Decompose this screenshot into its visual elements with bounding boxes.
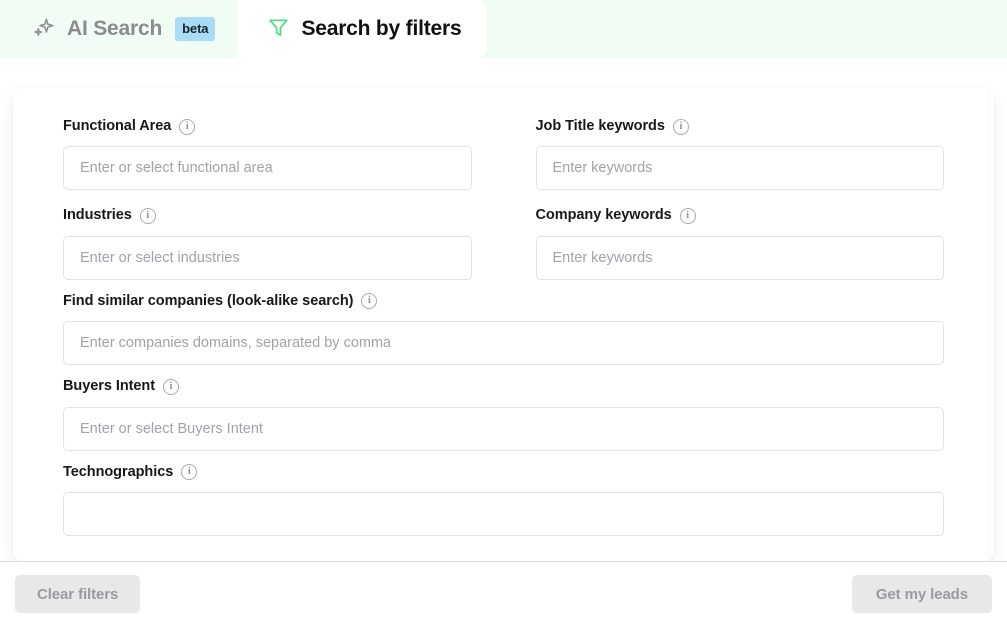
job-title-keywords-input[interactable] — [535, 146, 944, 191]
funnel-icon — [267, 16, 290, 42]
filters-card: Functional Area i Job Title keywords i — [13, 88, 994, 561]
card-container: Functional Area i Job Title keywords i — [0, 58, 1007, 561]
field-buyers-intent-label: Buyers Intent — [63, 378, 156, 395]
field-find-similar-companies: Find similar companies (look-alike searc… — [63, 293, 944, 366]
info-icon[interactable]: i — [139, 208, 156, 225]
field-job-title-keywords: Job Title keywords i — [535, 118, 945, 191]
tab-search-by-filters[interactable]: Search by filters — [237, 0, 488, 58]
info-icon[interactable]: i — [179, 118, 196, 135]
footer-bar: Clear filters Get my leads — [0, 562, 1007, 626]
field-buyers-intent-head: Buyers Intent i — [63, 378, 944, 395]
card-scrollbar[interactable] — [987, 88, 994, 561]
field-industries-label: Industries — [63, 207, 132, 224]
industries-input[interactable] — [63, 235, 472, 280]
functional-area-input[interactable] — [63, 146, 472, 191]
field-job-title-keywords-label: Job Title keywords — [535, 118, 665, 134]
tab-bar: AI Search beta Search by filters — [0, 0, 1007, 58]
field-company-keywords: Company keywords i — [535, 207, 945, 280]
tab-search-by-filters-label: Search by filters — [301, 17, 462, 40]
clear-filters-button[interactable]: Clear filters — [15, 575, 141, 613]
field-functional-area: Functional Area i — [63, 118, 472, 191]
field-technographics: Technographics i — [63, 464, 944, 536]
filters-grid: Functional Area i Job Title keywords i — [63, 118, 944, 541]
field-industries-head: Industries i — [63, 207, 472, 225]
field-technographics-head: Technographics i — [63, 464, 944, 481]
field-find-similar-companies-label: Find similar companies (look-alike searc… — [63, 292, 354, 309]
search-filters-page: AI Search beta Search by filters Functio… — [0, 0, 1007, 626]
field-job-title-keywords-head: Job Title keywords i — [536, 118, 945, 135]
get-my-leads-button[interactable]: Get my leads — [851, 575, 992, 613]
field-company-keywords-head: Company keywords i — [535, 207, 945, 225]
info-icon[interactable]: i — [181, 464, 198, 481]
info-icon[interactable]: i — [679, 208, 696, 225]
info-icon[interactable]: i — [163, 378, 180, 395]
company-keywords-input[interactable] — [535, 235, 944, 280]
sparkle-icon — [30, 15, 56, 44]
field-industries: Industries i — [63, 207, 472, 280]
field-find-similar-companies-head: Find similar companies (look-alike searc… — [63, 293, 944, 310]
beta-badge: beta — [175, 17, 216, 41]
field-technographics-label: Technographics — [63, 463, 174, 480]
tab-ai-search[interactable]: AI Search beta — [0, 0, 237, 58]
field-functional-area-label: Functional Area — [63, 118, 172, 134]
tab-ai-search-label: AI Search — [67, 17, 163, 40]
field-functional-area-head: Functional Area i — [63, 118, 472, 135]
info-icon[interactable]: i — [361, 293, 378, 310]
field-company-keywords-label: Company keywords — [535, 207, 672, 224]
technographics-input[interactable] — [63, 491, 944, 536]
info-icon[interactable]: i — [672, 118, 689, 135]
buyers-intent-input[interactable] — [63, 406, 944, 451]
find-similar-companies-input[interactable] — [63, 321, 944, 366]
field-buyers-intent: Buyers Intent i — [63, 378, 944, 451]
